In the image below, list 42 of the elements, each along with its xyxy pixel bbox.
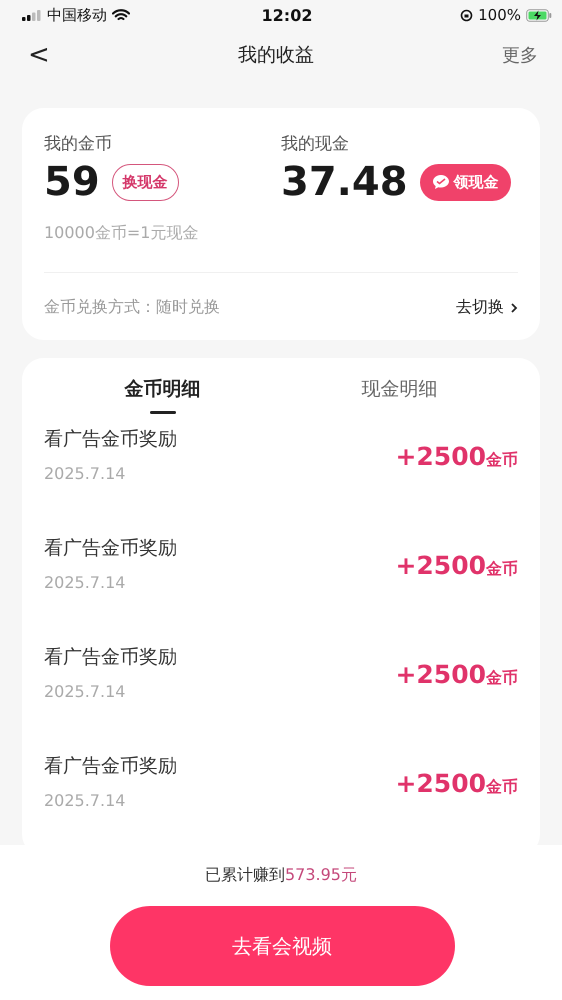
record-amount: +2500 xyxy=(395,769,486,798)
switch-link[interactable]: 去切换 xyxy=(456,297,518,318)
chat-bubble-check-icon xyxy=(432,174,450,190)
more-button[interactable]: 更多 xyxy=(502,43,538,67)
coins-label: 我的金币 xyxy=(44,133,112,155)
cash-value: 37.48 xyxy=(281,159,408,205)
battery-charging-icon xyxy=(526,8,552,22)
wifi-icon xyxy=(112,8,130,22)
total-label: 已累计赚到 xyxy=(205,865,285,884)
rotation-lock-icon xyxy=(460,8,474,22)
record-amount: +2500 xyxy=(395,660,486,689)
record-amount: +2500 xyxy=(395,551,486,580)
record-date: 2025.7.14 xyxy=(44,464,126,483)
record-unit: 金币 xyxy=(486,777,518,798)
total-amount: 573.95元 xyxy=(285,865,357,884)
exchange-cash-button[interactable]: 换现金 xyxy=(112,164,179,200)
page-title: 我的收益 xyxy=(238,43,314,68)
carrier-name: 中国移动 xyxy=(47,6,107,24)
record-title: 看广告金币奖励 xyxy=(44,645,177,670)
exchange-method: 金币兑换方式：随时兑换 xyxy=(44,297,220,318)
record-date: 2025.7.14 xyxy=(44,682,126,701)
signal-icon xyxy=(22,10,42,20)
coins-value: 59 xyxy=(44,159,100,205)
record-title: 看广告金币奖励 xyxy=(44,536,177,561)
record-date: 2025.7.14 xyxy=(44,791,126,810)
back-button[interactable]: < xyxy=(28,40,50,70)
chevron-right-icon xyxy=(510,302,518,314)
record-amount: +2500 xyxy=(395,442,486,471)
record-title: 看广告金币奖励 xyxy=(44,754,177,779)
exchange-rate: 10000金币=1元现金 xyxy=(44,223,198,244)
record-unit: 金币 xyxy=(486,559,518,580)
record-title: 看广告金币奖励 xyxy=(44,427,177,452)
cash-label: 我的现金 xyxy=(281,133,349,155)
battery-percent: 100% xyxy=(478,6,521,24)
clock-time: 12:02 xyxy=(262,6,312,24)
record-unit: 金币 xyxy=(486,668,518,689)
record-date: 2025.7.14 xyxy=(44,573,126,592)
record-unit: 金币 xyxy=(486,450,518,471)
watch-video-button[interactable]: 去看会视频 xyxy=(110,906,454,986)
tab[interactable]: 现金明细 xyxy=(281,358,518,420)
withdraw-cash-button[interactable]: 领现金 xyxy=(420,164,511,200)
tab[interactable]: 金币明细 xyxy=(44,358,281,420)
